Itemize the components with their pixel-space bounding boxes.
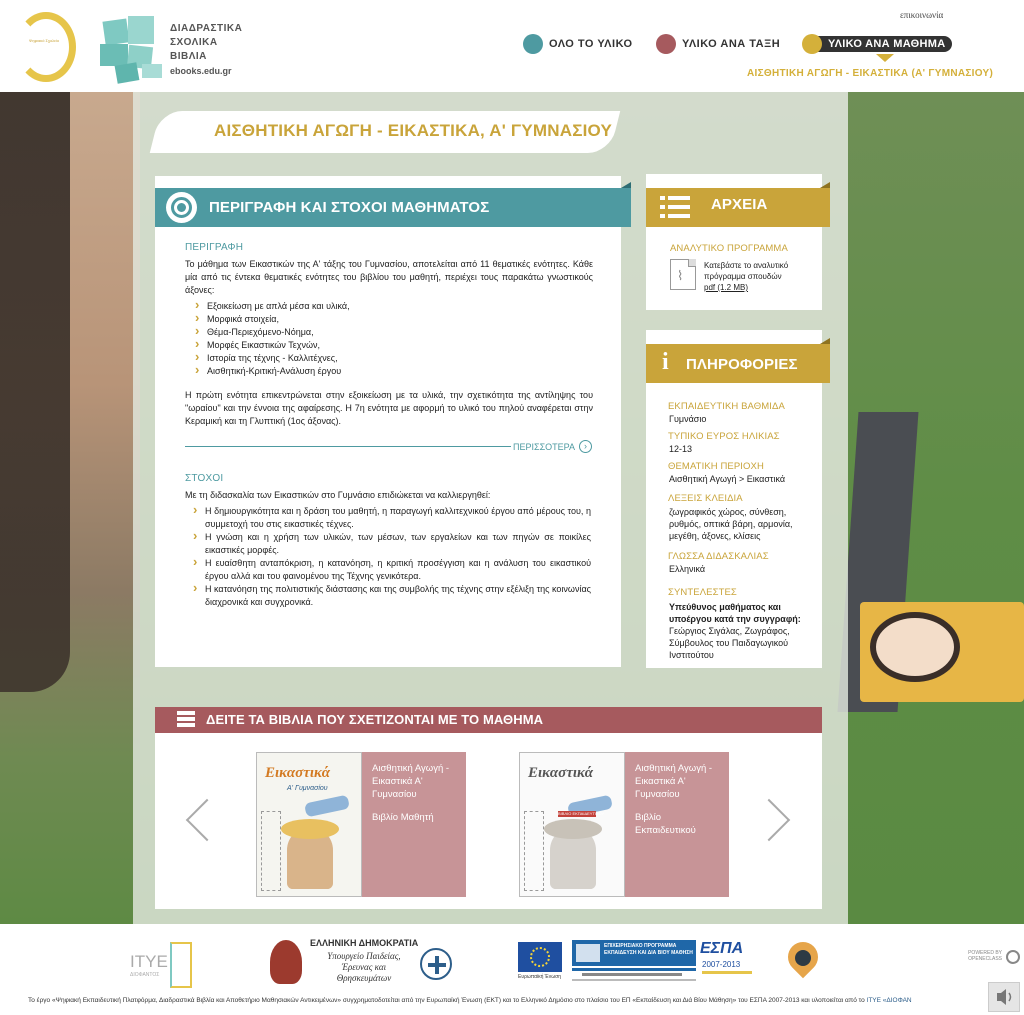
itye-link[interactable]: ΙΤΥΕ «ΔΙΟΦΑΝ [867, 997, 912, 1004]
area-label: ΘΕΜΑΤΙΚΗ ΠΕΡΙΟΧΗ [668, 461, 764, 472]
goals-label: ΣΤΟΧΟΙ [185, 473, 224, 484]
header-fold [820, 182, 830, 188]
area-value: Αισθητική Αγωγή > Εικαστικά [669, 474, 786, 484]
info-header-title: ΠΛΗΡΟΦΟΡΙΕΣ [686, 356, 798, 373]
language-label: ΓΛΩΣΣΑ ΔΙΔΑΣΚΑΛΙΑΣ [668, 551, 769, 562]
digital-school-logo[interactable]: Ψηφιακό Σχολείο [16, 12, 76, 84]
breadcrumb[interactable]: ΑΙΣΘΗΤΙΚΗ ΑΓΩΓΗ - ΕΙΚΑΣΤΙΚΑ (Α' ΓΥΜΝΑΣΙΟ… [747, 68, 993, 79]
book-title: Αισθητική Αγωγή - Εικαστικά Α' Γυμνασίου [372, 763, 450, 800]
age-value: 12-13 [669, 444, 693, 454]
list-item: Αισθητική-Κριτική-Ανάλυση έργου [195, 363, 575, 378]
nav-dot-teal [523, 34, 543, 54]
background-hair [0, 92, 70, 692]
background-cartoon-face [870, 612, 960, 682]
chevron-right-icon: › [578, 440, 592, 453]
greek-emblem-icon [420, 948, 452, 980]
level-label: ΕΚΠΑΙΔΕΥΤΙΚΗ ΒΑΘΜΙΔΑ [668, 401, 785, 412]
logo-ring-shape [16, 12, 76, 82]
contributors-name: Γεώργιος Σιγάλας, Ζωγράφος, Σύμβουλος το… [669, 626, 790, 660]
header-fold [621, 182, 631, 188]
more-link[interactable]: ΠΕΡΙΣΣΟΤΕΡΑ › [513, 440, 592, 453]
keywords-label: ΛΕΞΕΙΣ ΚΛΕΙΔΙΑ [668, 493, 743, 504]
nav-active-indicator [876, 54, 894, 62]
related-books-title: ΔΕΙΤΕ ΤΑ ΒΙΒΛΙΑ ΠΟΥ ΣΧΕΤΙΖΟΝΤΑΙ ΜΕ ΤΟ ΜΑ… [206, 712, 544, 727]
description-label: ΠΕΡΙΓΡΑΦΗ [185, 242, 244, 253]
logo-url[interactable]: ebooks.edu.gr [170, 66, 232, 76]
nav-dot-gold [802, 34, 822, 54]
logo-ring-text: Ψηφιακό Σχολείο [28, 38, 60, 43]
curriculum-text: Κατεβάστε το αναλυτικό πρόγραμμα σπουδών… [704, 260, 814, 293]
book-info[interactable]: Αισθητική Αγωγή - Εικαστικά Α' Γυμνασίου… [362, 752, 466, 897]
target-icon [166, 192, 197, 223]
page-title: ΑΙΣΘΗΤΙΚΗ ΑΓΩΓΗ - ΕΙΚΑΣΤΙΚΑ, Α' ΓΥΜΝΑΣΙΟ… [214, 121, 613, 140]
speaker-button[interactable] [988, 982, 1020, 1012]
book-kind: Βιβλίο Μαθητή [372, 812, 434, 823]
operational-program-logo[interactable]: ΕΠΙΧΕΙΡΗΣΙΑΚΟ ΠΡΟΓΡΑΜΜΑ ΕΚΠΑΙΔΕΥΣΗ ΚΑΙ Δ… [572, 940, 696, 988]
nav-dot-rose [656, 34, 676, 54]
list-item: Μορφές Εικαστικών Τεχνών, [195, 337, 575, 352]
eu-flag-logo[interactable]: Ευρωπαϊκή Ένωση [516, 940, 564, 986]
nav-all-material[interactable]: ΟΛΟ ΤΟ ΥΛΙΚΟ [523, 34, 633, 54]
goals-intro: Με τη διδασκαλία των Εικαστικών στο Γυμν… [185, 490, 491, 500]
list-item: Εξοικείωση με απλά μέσα και υλικά, [195, 298, 575, 313]
contact-link[interactable]: επικοινωνία [900, 10, 943, 20]
axes-list: Εξοικείωση με απλά μέσα και υλικά, Μορφι… [195, 298, 575, 378]
list-item: Η δημιουργικότητα και η δράση του μαθητή… [193, 503, 591, 531]
goals-list: Η δημιουργικότητα και η δράση του μαθητή… [193, 503, 591, 609]
header-fold [820, 338, 830, 344]
list-item: Θέμα-Περιεχόμενο-Νόημα, [195, 324, 575, 339]
description-header-title: ΠΕΡΙΓΡΑΦΗ ΚΑΙ ΣΤΟΧΟΙ ΜΑΘΗΜΑΤΟΣ [209, 199, 490, 216]
description-outro: Η πρώτη ενότητα επικεντρώνεται στην εξοι… [185, 390, 593, 426]
keywords-value: ζωγραφικός χώρος, σύνθεση, ρυθμός, οπτικ… [669, 507, 793, 541]
description-intro: Το μάθημα των Εικαστικών της Α' τάξης το… [185, 259, 593, 295]
learning-logo[interactable] [781, 935, 825, 988]
age-label: ΤΥΠΙΚΟ ΕΥΡΟΣ ΗΛΙΚΙΑΣ [668, 431, 780, 442]
book-card-student[interactable]: Εικαστικά Α' Γυμνασίου Αισθητική Αγωγή -… [256, 752, 466, 897]
speaker-icon [997, 989, 1012, 1005]
ebooks-logo-icon[interactable] [98, 14, 164, 84]
site-header: Ψηφιακό Σχολείο ΔΙΑΔΡΑΣΤΙΚΑ ΣΧΟΛΙΚΑ ΒΙΒΛ… [0, 0, 1024, 92]
list-item: Ιστορία της τέχνης - Καλλιτέχνες, [195, 350, 575, 365]
more-divider [185, 446, 511, 447]
book-kind: Βιβλίο Εκπαιδευτικού [635, 812, 696, 836]
language-value: Ελληνικά [669, 564, 706, 574]
footer-credits: Το έργο «Ψηφιακή Εκπαιδευτική Πλατφόρμα,… [28, 997, 912, 1004]
openeclass-logo[interactable]: POWERED BY OPENECLASS [958, 950, 1022, 970]
list-item: Η γνώση και η χρήση των υλικών, των μέσω… [193, 529, 591, 557]
curriculum-label: ΑΝΑΛΥΤΙΚΟ ΠΡΟΓΡΑΜΜΑ [670, 243, 788, 254]
list-icon [660, 196, 690, 218]
list-item: Μορφικά στοιχεία, [195, 311, 575, 326]
book-info[interactable]: Αισθητική Αγωγή - Εικαστικά Α' Γυμνασίου… [625, 752, 729, 897]
itye-logo[interactable]: ΙΤΥΕ ΔΙΟΦΑΝΤΟΣ [130, 942, 196, 992]
carousel-next-arrow[interactable] [762, 795, 792, 845]
contributors-role: Υπεύθυνος μαθήματος και υποέργου κατά τη… [669, 602, 801, 624]
nav-material-by-class[interactable]: ΥΛΙΚΟ ΑΝΑ ΤΑΞΗ [656, 34, 780, 54]
carousel-prev-arrow[interactable] [180, 795, 210, 845]
espa-logo[interactable]: ΕΣΠΑ 2007-2013 [700, 940, 756, 980]
list-item: Η ευαίσθητη ανταπόκριση, η κατανόηση, η … [193, 555, 591, 583]
book-card-teacher[interactable]: Εικαστικά ΒΙΒΛΙΟ ΕΚΠΑΙΔΕΥΤΙΚΟΥ Αισθητική… [519, 752, 729, 897]
logo-title[interactable]: ΔΙΑΔΡΑΣΤΙΚΑ ΣΧΟΛΙΚΑ ΒΙΒΛΙΑ [170, 22, 242, 64]
book-cover-image[interactable]: Εικαστικά ΒΙΒΛΙΟ ΕΚΠΑΙΔΕΥΤΙΚΟΥ [519, 752, 625, 897]
files-header-title: ΑΡΧΕΙΑ [711, 196, 768, 213]
book-cover-image[interactable]: Εικαστικά Α' Γυμνασίου [256, 752, 362, 897]
level-value: Γυμνάσιο [669, 414, 707, 424]
pdf-download-link[interactable]: pdf (1.2 MB) [704, 282, 814, 293]
pdf-icon[interactable]: ⌇ [670, 259, 696, 290]
nav-material-by-subject[interactable]: ΥΛΙΚΟ ΑΝΑ ΜΑΘΗΜΑ [802, 34, 952, 62]
contributors-label: ΣΥΝΤΕΛΕΣΤΕΣ [668, 587, 737, 598]
book-title: Αισθητική Αγωγή - Εικαστικά Α' Γυμνασίου [635, 763, 713, 800]
info-icon: i [662, 349, 669, 375]
books-icon [177, 711, 195, 728]
list-item: Η κατανόηση της πολιτιστικής διάστασης κ… [193, 581, 591, 609]
ministry-logo[interactable]: ΕΛΛΗΝΙΚΗ ΔΗΜΟΚΡΑΤΙΑ Υπουργείο Παιδείας, … [270, 938, 456, 988]
owl-icon [270, 940, 302, 984]
